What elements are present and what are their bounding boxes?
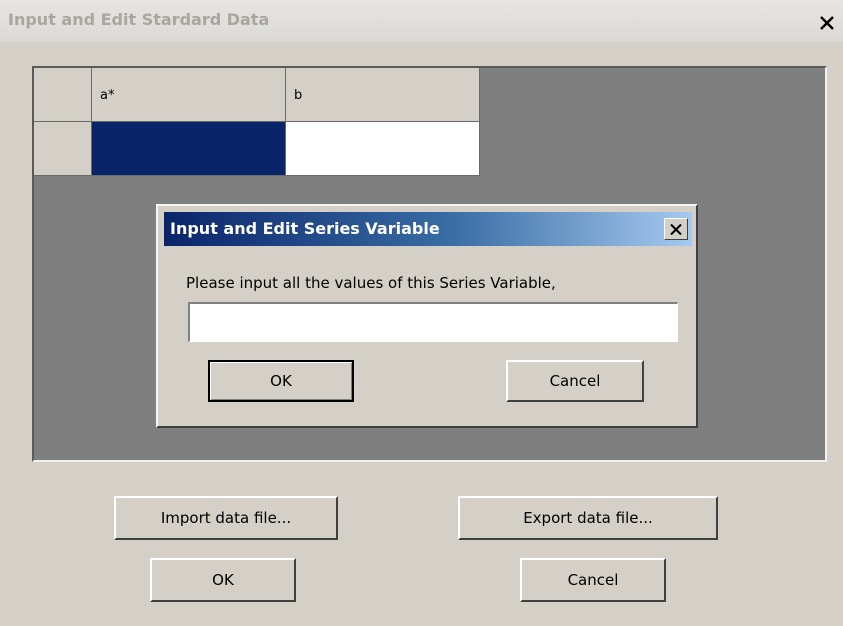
cancel-button[interactable]: Cancel <box>520 558 666 602</box>
grid-cell-b[interactable] <box>286 122 480 176</box>
close-icon <box>820 16 834 30</box>
grid-row-header[interactable] <box>34 122 92 176</box>
dialog-prompt-label: Please input all the values of this Seri… <box>186 274 556 292</box>
main-titlebar[interactable]: Input and Edit Stardard Data <box>0 0 843 42</box>
dialog-titlebar[interactable]: Input and Edit Series Variable <box>164 212 692 246</box>
export-data-file-button[interactable]: Export data file... <box>458 496 718 540</box>
ok-button[interactable]: OK <box>150 558 296 602</box>
dialog-ok-button[interactable]: OK <box>208 360 354 402</box>
main-window: Input and Edit Stardard Data a* b Input … <box>0 0 843 626</box>
grid-cell-a-selected[interactable] <box>92 122 286 176</box>
grid-corner-cell[interactable] <box>34 68 92 122</box>
close-icon <box>670 223 682 235</box>
dialog-title: Input and Edit Series Variable <box>170 219 440 238</box>
import-data-file-button[interactable]: Import data file... <box>114 496 338 540</box>
dialog-cancel-button[interactable]: Cancel <box>506 360 644 402</box>
series-variable-dialog: Input and Edit Series Variable Please in… <box>156 204 698 428</box>
grid-column-header-b[interactable]: b <box>286 68 480 122</box>
main-close-button[interactable] <box>814 12 840 34</box>
main-window-title: Input and Edit Stardard Data <box>8 10 270 29</box>
dialog-close-button[interactable] <box>664 218 688 240</box>
series-values-input[interactable] <box>188 302 678 342</box>
grid-column-header-a[interactable]: a* <box>92 68 286 122</box>
